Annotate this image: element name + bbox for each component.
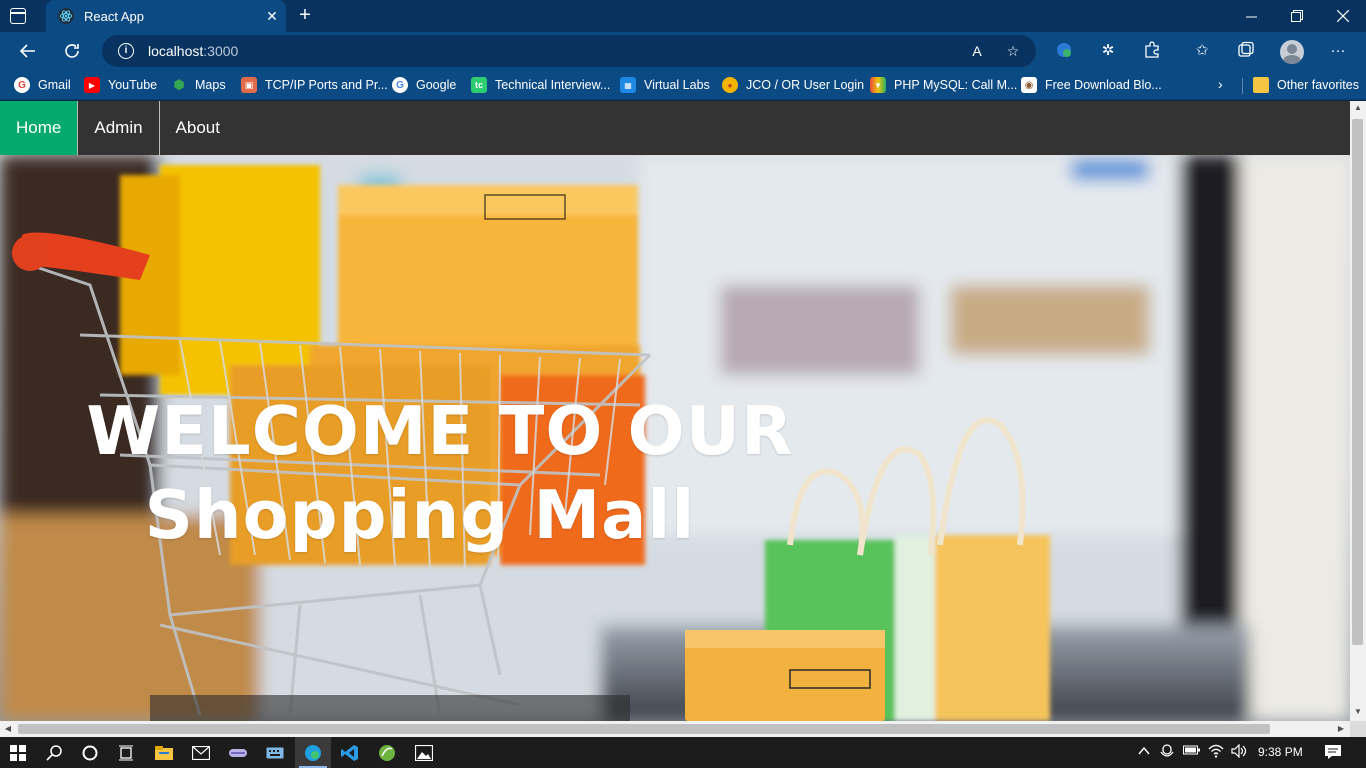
favorite-other-favorites[interactable]: Other favorites (1253, 76, 1359, 94)
minimize-icon[interactable] (1228, 0, 1274, 32)
spring-tool-icon[interactable] (369, 737, 405, 768)
browser-tab[interactable]: React App ✕ (46, 0, 286, 32)
php-site-icon: ▼ (870, 77, 886, 93)
tc-logo-icon: tc (471, 77, 487, 93)
close-icon[interactable] (1320, 0, 1366, 32)
windows-start-icon[interactable] (0, 737, 36, 768)
favorite-google[interactable]: G Google (392, 76, 456, 94)
cortana-icon[interactable] (72, 737, 108, 768)
restore-icon[interactable] (1274, 0, 1320, 32)
favorite-technical-interview[interactable]: tc Technical Interview... (471, 76, 610, 94)
task-view-icon[interactable] (108, 737, 144, 768)
refresh-icon[interactable] (58, 37, 86, 65)
browser-essentials-icon[interactable] (1054, 41, 1074, 61)
browser-toolbar: i localhost:3000 A ☆ ✲ ✩ ··· (0, 32, 1366, 70)
favorite-php-mysql[interactable]: ▼ PHP MySQL: Call M... (870, 76, 1017, 94)
collections-icon[interactable] (1236, 41, 1256, 61)
google-g-icon: G (14, 77, 30, 93)
more-menu-icon[interactable]: ··· (1328, 41, 1348, 61)
scroll-up-arrow-icon[interactable]: ▲ (1353, 103, 1363, 113)
app-pill-icon[interactable] (220, 737, 256, 768)
tab-title: React App (84, 8, 144, 24)
nav-admin-link[interactable]: Admin (78, 101, 160, 155)
site-navbar: Home Admin About (0, 101, 1350, 155)
scroll-right-arrow-icon[interactable]: ▶ (1336, 724, 1346, 734)
favorite-free-download[interactable]: ◉ Free Download Blo... (1021, 76, 1162, 94)
site-info-icon[interactable]: i (118, 43, 134, 59)
nav-home-link[interactable]: Home (0, 101, 79, 155)
add-favorite-star-icon[interactable]: ☆ (1004, 42, 1022, 60)
keyboard-icon[interactable] (257, 737, 293, 768)
photos-icon[interactable] (406, 737, 442, 768)
folder-icon (1253, 77, 1269, 93)
favorites-overflow-chevron-icon[interactable]: › (1218, 76, 1223, 92)
favorites-divider (1242, 78, 1243, 94)
notifications-icon[interactable] (1324, 744, 1342, 763)
hero-headline-line2: Shopping Mall (144, 476, 696, 554)
extensions-puzzle-icon[interactable] (1142, 41, 1162, 61)
mail-icon[interactable] (183, 737, 219, 768)
favorites-star-icon[interactable]: ✩ (1192, 41, 1212, 61)
favorite-youtube[interactable]: ▶ YouTube (84, 76, 157, 94)
free-download-site-icon: ◉ (1021, 77, 1037, 93)
favorite-jco-login[interactable]: ● JCO / OR User Login (722, 76, 864, 94)
taskbar-clock[interactable]: 9:38 PM (1258, 745, 1303, 759)
read-aloud-icon[interactable]: A (968, 42, 986, 60)
search-icon[interactable] (36, 737, 72, 768)
extension-bug-icon[interactable]: ✲ (1098, 41, 1118, 61)
profile-avatar[interactable] (1280, 40, 1304, 64)
url-text: localhost:3000 (148, 43, 239, 59)
volume-icon[interactable] (1231, 743, 1249, 761)
address-bar[interactable]: i localhost:3000 A ☆ (102, 35, 1036, 67)
windows-taskbar: 9:38 PM (0, 737, 1366, 768)
map-pin-icon: ⬢ (173, 77, 185, 92)
vertical-scrollbar[interactable]: ▲ ▼ (1350, 101, 1366, 721)
scroll-down-arrow-icon[interactable]: ▼ (1353, 707, 1363, 717)
youtube-play-icon: ▶ (84, 77, 100, 93)
favorite-tcp-ip[interactable]: ▣ TCP/IP Ports and Pr... (241, 76, 388, 94)
tcp-ip-site-icon: ▣ (241, 77, 257, 93)
favorite-maps[interactable]: ⬢ Maps (171, 76, 225, 94)
horizontal-scrollbar[interactable]: ◀ ▶ (0, 721, 1350, 737)
favorites-bar: G Gmail ▶ YouTube ⬢ Maps ▣ TCP/IP Ports … (0, 70, 1366, 100)
virtual-labs-icon: ▦ (620, 77, 636, 93)
scrollbar-corner (1350, 721, 1366, 737)
favorite-virtual-labs[interactable]: ▦ Virtual Labs (620, 76, 710, 94)
new-tab-button[interactable]: + (292, 4, 318, 28)
wifi-icon[interactable] (1208, 744, 1224, 761)
scroll-left-arrow-icon[interactable]: ◀ (3, 724, 13, 734)
jco-logo-icon: ● (722, 77, 738, 93)
tab-close-icon[interactable]: ✕ (258, 8, 286, 25)
page-viewport: Home Admin About WELCOME TO OUR Shopping… (0, 101, 1350, 721)
tray-overflow-chevron-icon[interactable] (1138, 744, 1150, 759)
tab-actions-icon[interactable] (10, 8, 26, 24)
google-g-icon: G (392, 77, 408, 93)
vertical-scroll-thumb[interactable] (1352, 119, 1363, 645)
vscode-icon[interactable] (332, 737, 368, 768)
meet-now-icon[interactable] (1160, 744, 1174, 763)
hero-headline: WELCOME TO OUR Shopping Mall (60, 389, 820, 557)
hero-banner: WELCOME TO OUR Shopping Mall (0, 155, 1350, 721)
nav-about-link[interactable]: About (160, 101, 236, 155)
react-logo-icon (58, 8, 74, 24)
title-bar: React App ✕ + (0, 0, 1366, 32)
horizontal-scroll-thumb[interactable] (18, 724, 1270, 734)
file-explorer-icon[interactable] (146, 737, 182, 768)
battery-icon[interactable] (1183, 744, 1201, 759)
back-arrow-icon[interactable] (14, 37, 42, 65)
favorite-gmail[interactable]: G Gmail (14, 76, 71, 94)
edge-browser-icon[interactable] (295, 737, 331, 768)
hero-headline-line1: WELCOME TO OUR (86, 392, 794, 470)
